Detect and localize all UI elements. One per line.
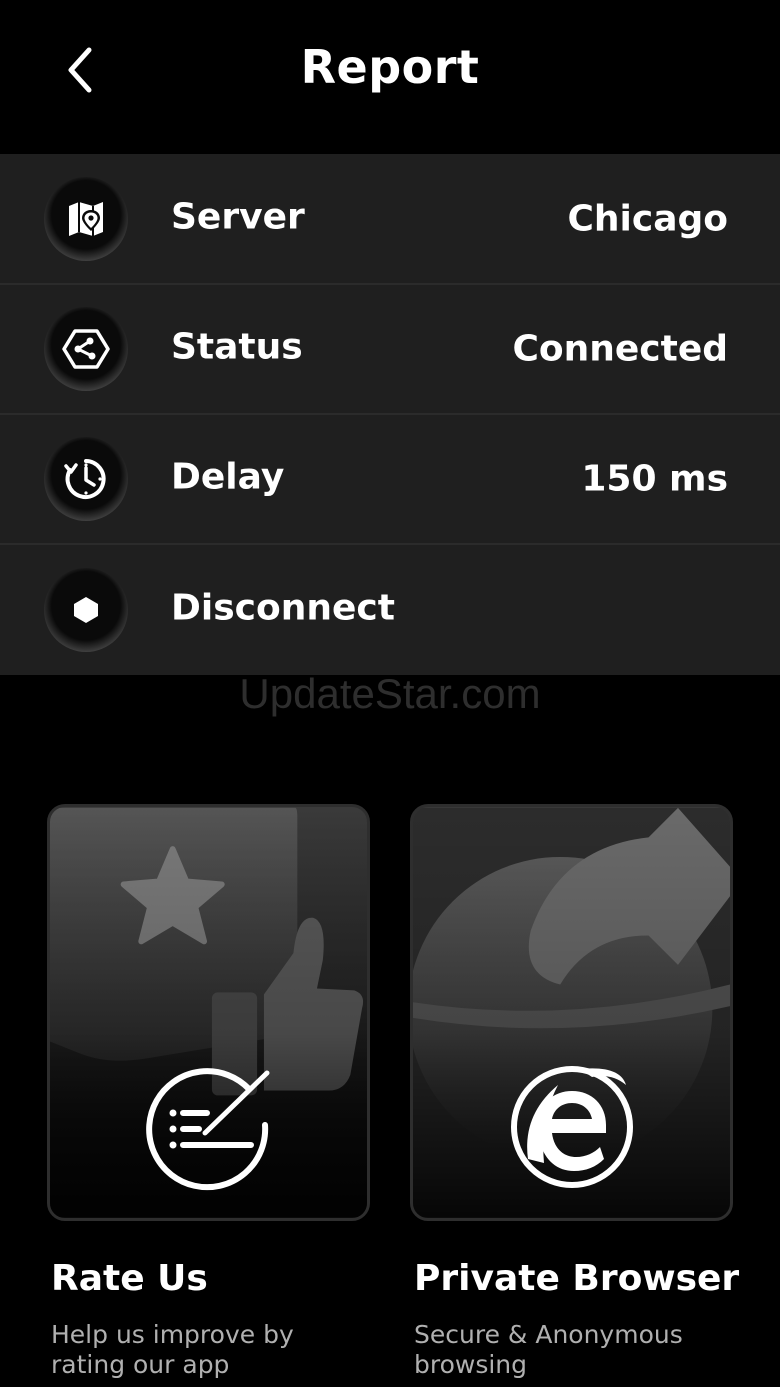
report-row-server: Server Chicago	[0, 154, 780, 285]
disconnect-label: Disconnect	[171, 587, 395, 629]
server-label: Server	[171, 195, 305, 237]
report-list: Server Chicago Status Connected Delay 15…	[0, 154, 780, 675]
network-hexagon-icon	[44, 307, 128, 391]
header: Report	[0, 0, 780, 154]
delay-label: Delay	[171, 456, 285, 498]
report-row-delay: Delay 150 ms	[0, 415, 780, 545]
private-browser-subtitle: Secure & Anonymous browsing	[414, 1320, 683, 1379]
rate-us-title: Rate Us	[51, 1258, 208, 1299]
rate-note-icon	[145, 1068, 269, 1191]
delay-value: 150 ms	[581, 458, 728, 500]
rate-us-subtitle: Help us improve by rating our app	[51, 1320, 294, 1379]
status-value: Connected	[512, 328, 728, 370]
timer-icon	[44, 437, 128, 521]
private-browser-card[interactable]	[410, 804, 733, 1221]
watermark: UpdateStar.com	[239, 670, 541, 717]
stop-hexagon-icon	[44, 568, 128, 652]
page-title: Report	[300, 40, 480, 94]
private-browser-title: Private Browser	[414, 1258, 740, 1299]
browser-e-icon	[510, 1066, 633, 1188]
disconnect-button[interactable]: Disconnect	[0, 545, 780, 675]
status-label: Status	[171, 326, 303, 368]
map-pin-icon	[44, 176, 128, 261]
rate-us-card[interactable]	[47, 804, 370, 1221]
report-row-status: Status Connected	[0, 285, 780, 415]
server-value: Chicago	[567, 198, 728, 239]
